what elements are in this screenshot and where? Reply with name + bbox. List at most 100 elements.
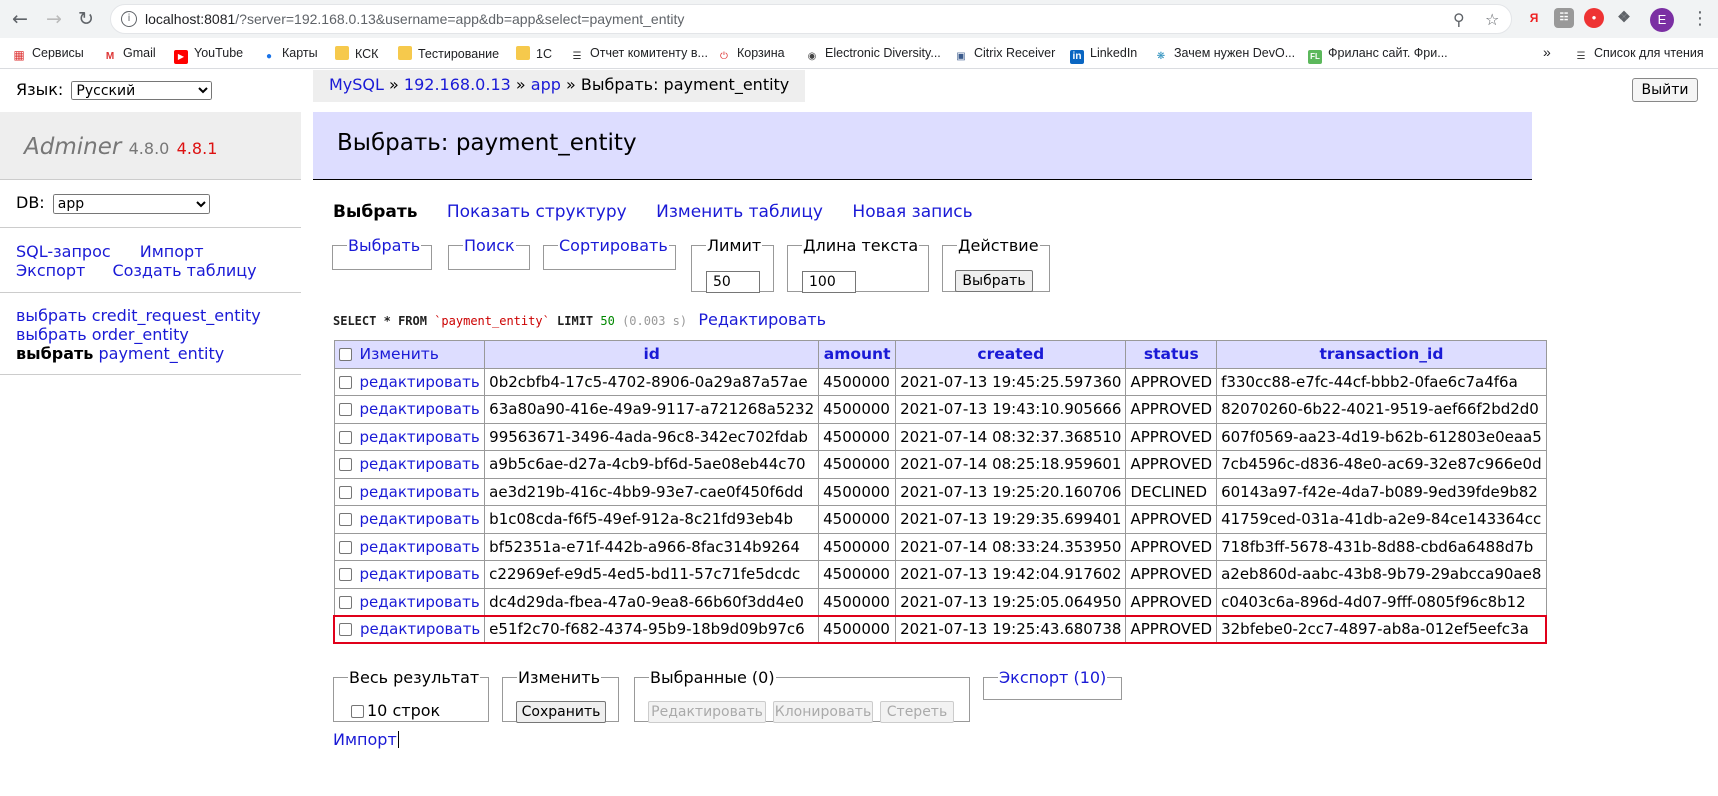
export-fieldset[interactable]: Экспорт (10) [983, 668, 1122, 700]
edit-row-link[interactable]: редактировать [360, 593, 480, 611]
save-button[interactable]: Сохранить [516, 701, 606, 723]
column-header-created[interactable]: created [895, 340, 1127, 369]
column-header-transaction-id[interactable]: transaction_id [1216, 340, 1547, 369]
row-checkbox[interactable] [338, 595, 352, 609]
bookmarks-more[interactable]: » [1543, 44, 1551, 60]
bookmark-testing[interactable]: Тестирование [398, 46, 499, 61]
sort-legend[interactable]: Сортировать [558, 236, 669, 255]
table-item[interactable]: выбрать credit_request_entity [16, 306, 261, 325]
row-checkbox[interactable] [338, 513, 352, 527]
bookmark-trash[interactable]: ⏻ Корзина [717, 46, 785, 64]
sort-fieldset[interactable]: Сортировать [543, 236, 676, 270]
modify-header-label[interactable]: Изменить [360, 345, 439, 363]
limit-input[interactable] [706, 271, 760, 293]
table-item[interactable]: выбрать order_entity [16, 325, 261, 344]
select-legend[interactable]: Выбрать [347, 236, 421, 255]
export-link[interactable]: Экспорт [16, 261, 85, 280]
browser-menu-icon[interactable]: ⋮ [1688, 7, 1712, 31]
edit-row-link[interactable]: редактировать [360, 455, 480, 473]
text-length-input[interactable] [802, 271, 856, 293]
select-submit-button[interactable]: Выбрать [955, 270, 1033, 292]
select-table-link[interactable]: выбрать [16, 325, 87, 344]
extension-red-icon[interactable]: ● [1584, 8, 1604, 28]
edit-row-link[interactable]: редактировать [360, 373, 480, 391]
edit-row-link[interactable]: редактировать [360, 483, 480, 501]
table-item-active[interactable]: выбрать payment_entity [16, 344, 261, 363]
bookmark-ed[interactable]: ◉ Electronic Diversity... [805, 46, 941, 64]
app-name[interactable]: Adminer [24, 134, 121, 160]
edit-row-link[interactable]: редактировать [360, 400, 480, 418]
import-link[interactable]: Импорт [140, 242, 204, 261]
bookmark-freelance[interactable]: FL Фриланс сайт. Фри... [1308, 46, 1448, 64]
extension-icon[interactable]: ☷ [1554, 8, 1574, 28]
column-header-id[interactable]: id [484, 340, 820, 369]
import-link[interactable]: Импорт [333, 730, 397, 749]
bookmark-youtube[interactable]: ▶ YouTube [174, 46, 243, 64]
all-rows-checkbox[interactable] [351, 705, 364, 718]
clone-selected-button[interactable]: Клонировать [773, 701, 873, 723]
table-name-link[interactable]: order_entity [92, 325, 189, 344]
row-checkbox[interactable] [338, 375, 352, 389]
select-all-checkbox[interactable] [338, 348, 352, 362]
tab-alter-table[interactable]: Изменить таблицу [656, 202, 823, 222]
address-bar[interactable]: i localhost:8081/?server=192.168.0.13&us… [110, 4, 1512, 34]
forward-icon[interactable]: → [42, 7, 66, 31]
bookmark-maps[interactable]: ● Карты [262, 46, 318, 64]
address-url[interactable]: localhost:8081/?server=192.168.0.13&user… [145, 11, 684, 27]
bookmark-star-icon[interactable]: ☆ [1485, 10, 1499, 29]
back-icon[interactable]: ← [8, 7, 32, 31]
reading-list[interactable]: ☰ Список для чтения [1574, 46, 1704, 64]
all-rows-option[interactable]: 10 строк [351, 701, 440, 720]
select-fieldset[interactable]: Выбрать [332, 236, 432, 270]
bookmark-citrix[interactable]: ▣ Citrix Receiver [954, 46, 1055, 64]
bookmark-report[interactable]: ☰ Отчет комитенту в... [570, 46, 708, 64]
bookmark-apps[interactable]: ▦ Сервисы [12, 46, 83, 62]
export-legend[interactable]: Экспорт (10) [998, 668, 1107, 687]
table-name-link[interactable]: payment_entity [99, 344, 225, 363]
yandex-extension-icon[interactable]: Я [1524, 8, 1544, 28]
db-select[interactable]: app [52, 194, 210, 214]
profile-avatar[interactable]: E [1650, 8, 1674, 32]
extensions-puzzle-icon[interactable]: ❖ [1614, 8, 1634, 28]
bookmark-linkedin[interactable]: in LinkedIn [1070, 46, 1137, 64]
tab-new-record[interactable]: Новая запись [852, 202, 972, 222]
search-fieldset[interactable]: Поиск [448, 236, 530, 270]
select-table-link[interactable]: выбрать [16, 306, 87, 325]
bookmark-ksk[interactable]: КСК [335, 46, 378, 61]
row-checkbox[interactable] [338, 485, 352, 499]
delete-selected-button[interactable]: Стереть [880, 701, 954, 723]
edit-row-link[interactable]: редактировать [360, 538, 480, 556]
sql-query-link[interactable]: SQL-запрос [16, 242, 111, 261]
column-header-amount[interactable]: amount [818, 340, 897, 369]
row-checkbox[interactable] [338, 568, 352, 582]
edit-row-link[interactable]: редактировать [360, 620, 480, 638]
row-checkbox[interactable] [339, 623, 352, 637]
edit-row-link[interactable]: редактировать [360, 510, 480, 528]
site-info-icon[interactable]: i [121, 11, 137, 27]
breadcrumb-db[interactable]: app [531, 75, 561, 94]
row-checkbox[interactable] [338, 458, 352, 472]
row-checkbox[interactable] [338, 430, 352, 444]
reload-icon[interactable]: ↻ [74, 7, 98, 31]
bookmark-1c[interactable]: 1С [516, 46, 552, 61]
table-name-link[interactable]: credit_request_entity [92, 306, 261, 325]
edit-query-link[interactable]: Редактировать [698, 310, 826, 329]
row-checkbox[interactable] [338, 403, 352, 417]
breadcrumb-mysql[interactable]: MySQL [329, 75, 384, 94]
row-checkbox[interactable] [338, 540, 352, 554]
tab-select[interactable]: Выбрать [333, 202, 417, 222]
search-legend[interactable]: Поиск [463, 236, 516, 255]
tab-structure[interactable]: Показать структуру [447, 202, 627, 222]
bookmark-devops[interactable]: ❋ Зачем нужен DevO... [1154, 46, 1295, 64]
breadcrumb-server[interactable]: 192.168.0.13 [404, 75, 511, 94]
edit-row-link[interactable]: редактировать [360, 428, 480, 446]
create-table-link[interactable]: Создать таблицу [112, 261, 256, 280]
logout-button[interactable]: Выйти [1632, 78, 1698, 102]
edit-row-link[interactable]: редактировать [360, 565, 480, 583]
select-table-link[interactable]: выбрать [16, 344, 93, 363]
bookmark-gmail[interactable]: M Gmail [103, 46, 156, 64]
zoom-icon[interactable]: ⚲ [1453, 10, 1465, 29]
column-header-status[interactable]: status [1125, 340, 1218, 369]
edit-selected-button[interactable]: Редактировать [648, 701, 766, 723]
language-select[interactable]: Русский [71, 81, 213, 100]
